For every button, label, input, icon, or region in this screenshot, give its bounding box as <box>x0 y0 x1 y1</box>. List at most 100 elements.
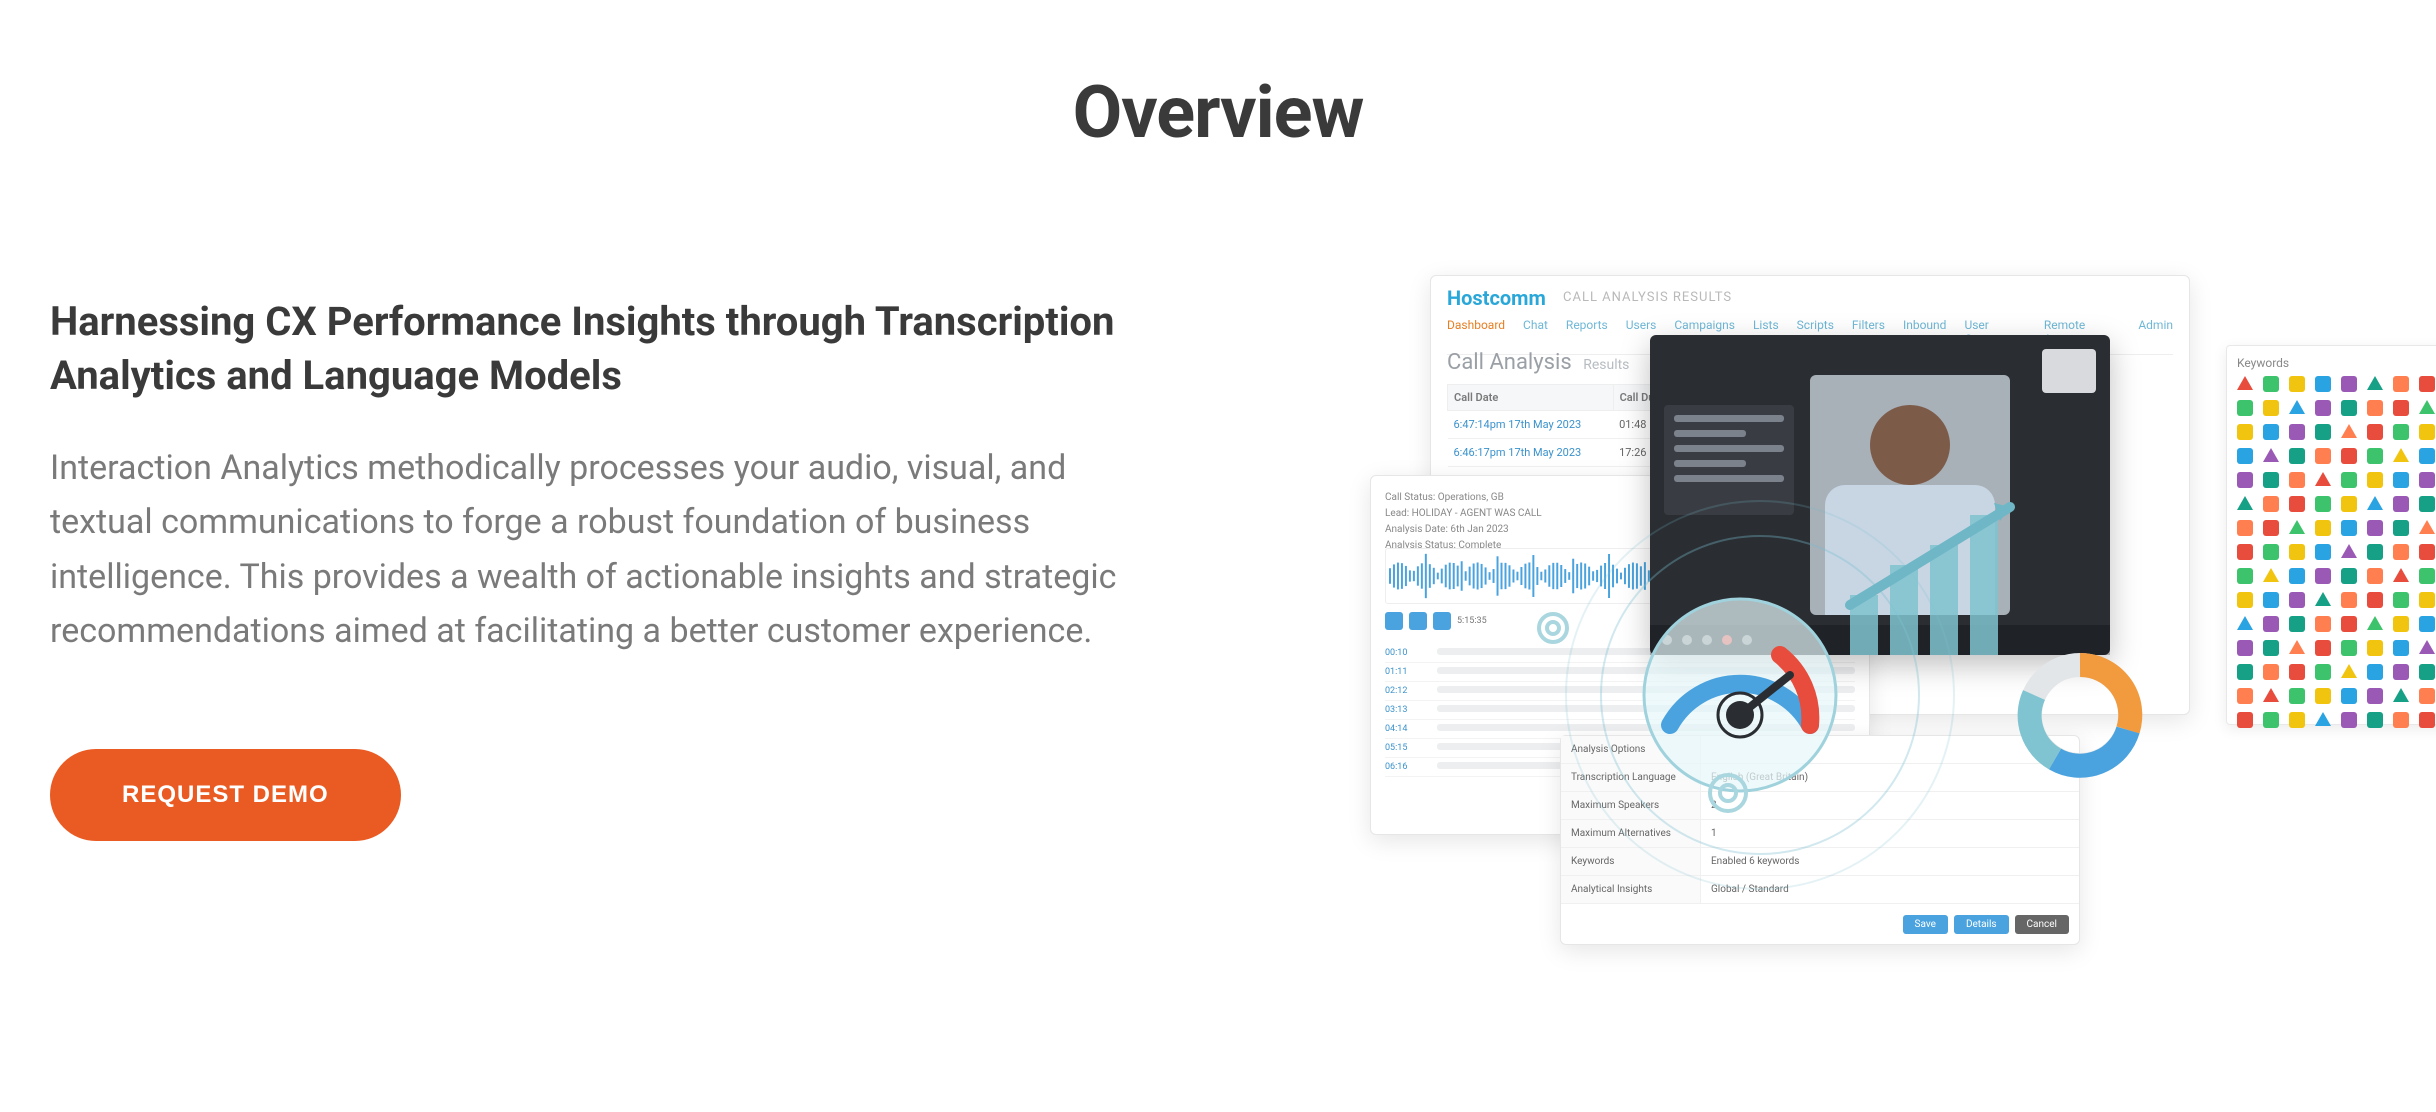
cell: 6:46:17pm 17th May 2023 <box>1448 439 1614 467</box>
keyword-marker <box>2289 544 2305 560</box>
keyword-marker <box>2289 496 2305 512</box>
keyword-marker <box>2341 640 2357 656</box>
keyword-marker <box>2341 424 2357 438</box>
keyword-marker <box>2419 400 2435 414</box>
keyword-marker <box>2341 448 2357 464</box>
keyword-marker <box>2419 664 2435 680</box>
keyword-marker <box>2367 424 2383 440</box>
tab-item: Admin <box>2138 318 2173 346</box>
call-meta: Call Status: Operations, GB Lead: HOLIDA… <box>1385 490 1542 554</box>
keyword-marker <box>2237 544 2253 560</box>
keyword-marker <box>2367 496 2383 510</box>
keyword-marker <box>2263 568 2279 582</box>
product-logo: Hostcomm <box>1447 286 1546 310</box>
keyword-marker <box>2393 400 2409 416</box>
keyword-marker <box>2419 688 2435 704</box>
keywords-panel: Keywords <box>2226 345 2436 725</box>
keyword-marker <box>2289 712 2305 728</box>
keyword-marker <box>2315 616 2331 632</box>
keyword-marker <box>2393 448 2409 462</box>
form-value: 1 <box>1701 820 2079 847</box>
form-row: Analysis Options <box>1561 736 2079 764</box>
audio-player: 5:15:35 <box>1385 612 1487 630</box>
keyword-marker <box>2315 592 2331 606</box>
section-title: Call Analysis Results <box>1447 350 1629 375</box>
keyword-marker <box>2263 664 2279 680</box>
keyword-marker <box>2263 520 2279 536</box>
form-row: Analytical InsightsGlobal / Standard <box>1561 876 2079 904</box>
meta-line: Lead: HOLIDAY - AGENT WAS CALL <box>1385 506 1542 522</box>
camera-icon <box>1682 635 1692 645</box>
form-row: Transcription LanguageEnglish (Great Bri… <box>1561 764 2079 792</box>
keyword-marker <box>2237 616 2253 630</box>
keyword-marker <box>2289 664 2305 680</box>
keyword-marker <box>2263 376 2279 392</box>
illustration: Hostcomm CALL ANALYSIS RESULTS Dashboard… <box>1370 275 2386 895</box>
keyword-marker <box>2367 712 2383 728</box>
participant-video <box>1810 375 2010 615</box>
keyword-marker <box>2419 424 2435 440</box>
keyword-marker <box>2237 400 2253 416</box>
keyword-marker <box>2237 592 2253 608</box>
request-demo-button[interactable]: REQUEST DEMO <box>50 749 401 841</box>
keyword-marker <box>2419 448 2435 464</box>
page-title: Overview <box>0 70 2436 155</box>
keyword-marker <box>2263 424 2279 440</box>
keyword-marker <box>2315 400 2331 416</box>
keyword-marker <box>2263 640 2279 656</box>
keyword-marker <box>2289 472 2305 488</box>
keyword-marker <box>2419 472 2435 488</box>
keyword-marker <box>2263 544 2279 560</box>
keyword-marker <box>2393 640 2409 656</box>
keyword-marker <box>2393 592 2409 608</box>
keyword-marker <box>2237 376 2253 390</box>
keyword-marker <box>2419 520 2435 534</box>
keyword-marker <box>2237 496 2253 510</box>
tab-item: Dashboard <box>1447 318 1505 346</box>
keyword-marker <box>2237 520 2253 536</box>
keyword-marker <box>2393 544 2409 560</box>
keyword-marker <box>2237 472 2253 488</box>
keyword-marker <box>2367 688 2383 704</box>
cell: 6:47:14pm 17th May 2023 <box>1448 411 1614 439</box>
keyword-marker <box>2263 448 2279 462</box>
video-call-card <box>1650 335 2110 655</box>
keyword-marker <box>2237 568 2253 584</box>
form-label: Transcription Language <box>1561 764 1701 791</box>
stop-icon <box>1433 612 1451 630</box>
product-sublabel: CALL ANALYSIS RESULTS <box>1563 290 1732 305</box>
keyword-marker <box>2289 568 2305 584</box>
keyword-marker <box>2367 568 2383 584</box>
keyword-marker <box>2341 520 2357 536</box>
keyword-marker <box>2341 712 2357 728</box>
keyword-marker <box>2263 400 2279 416</box>
keyword-marker <box>2289 640 2305 654</box>
transcript-row: 01:11 <box>1385 663 1855 682</box>
tab-item: Chat <box>1523 318 1548 346</box>
left-column: Harnessing CX Performance Insights throu… <box>50 275 1230 841</box>
keyword-marker <box>2237 448 2253 464</box>
keyword-marker <box>2367 376 2383 390</box>
body-text: Interaction Analytics methodically proce… <box>50 441 1150 659</box>
keyword-marker <box>2393 472 2409 488</box>
keyword-marker <box>2393 520 2409 536</box>
form-value <box>1701 736 2079 763</box>
keyword-marker <box>2315 424 2331 440</box>
keyword-marker <box>2263 712 2279 728</box>
keyword-marker <box>2393 496 2409 512</box>
keyword-marker <box>2341 472 2357 488</box>
content-row: Harnessing CX Performance Insights throu… <box>0 155 2436 895</box>
keyword-marker <box>2341 688 2357 704</box>
form-value: Enabled 6 keywords <box>1701 848 2079 875</box>
save-button: Save <box>1903 915 1948 934</box>
keyword-marker <box>2289 592 2305 608</box>
keyword-marker <box>2419 376 2435 392</box>
keyword-marker <box>2341 568 2357 584</box>
form-label: Maximum Speakers <box>1561 792 1701 819</box>
keyword-marker <box>2341 664 2357 678</box>
keyword-marker <box>2315 664 2331 680</box>
keyword-marker <box>2263 688 2279 702</box>
section-sub: Results <box>1583 357 1629 373</box>
keyword-marker <box>2263 592 2279 608</box>
keyword-marker <box>2367 640 2383 656</box>
